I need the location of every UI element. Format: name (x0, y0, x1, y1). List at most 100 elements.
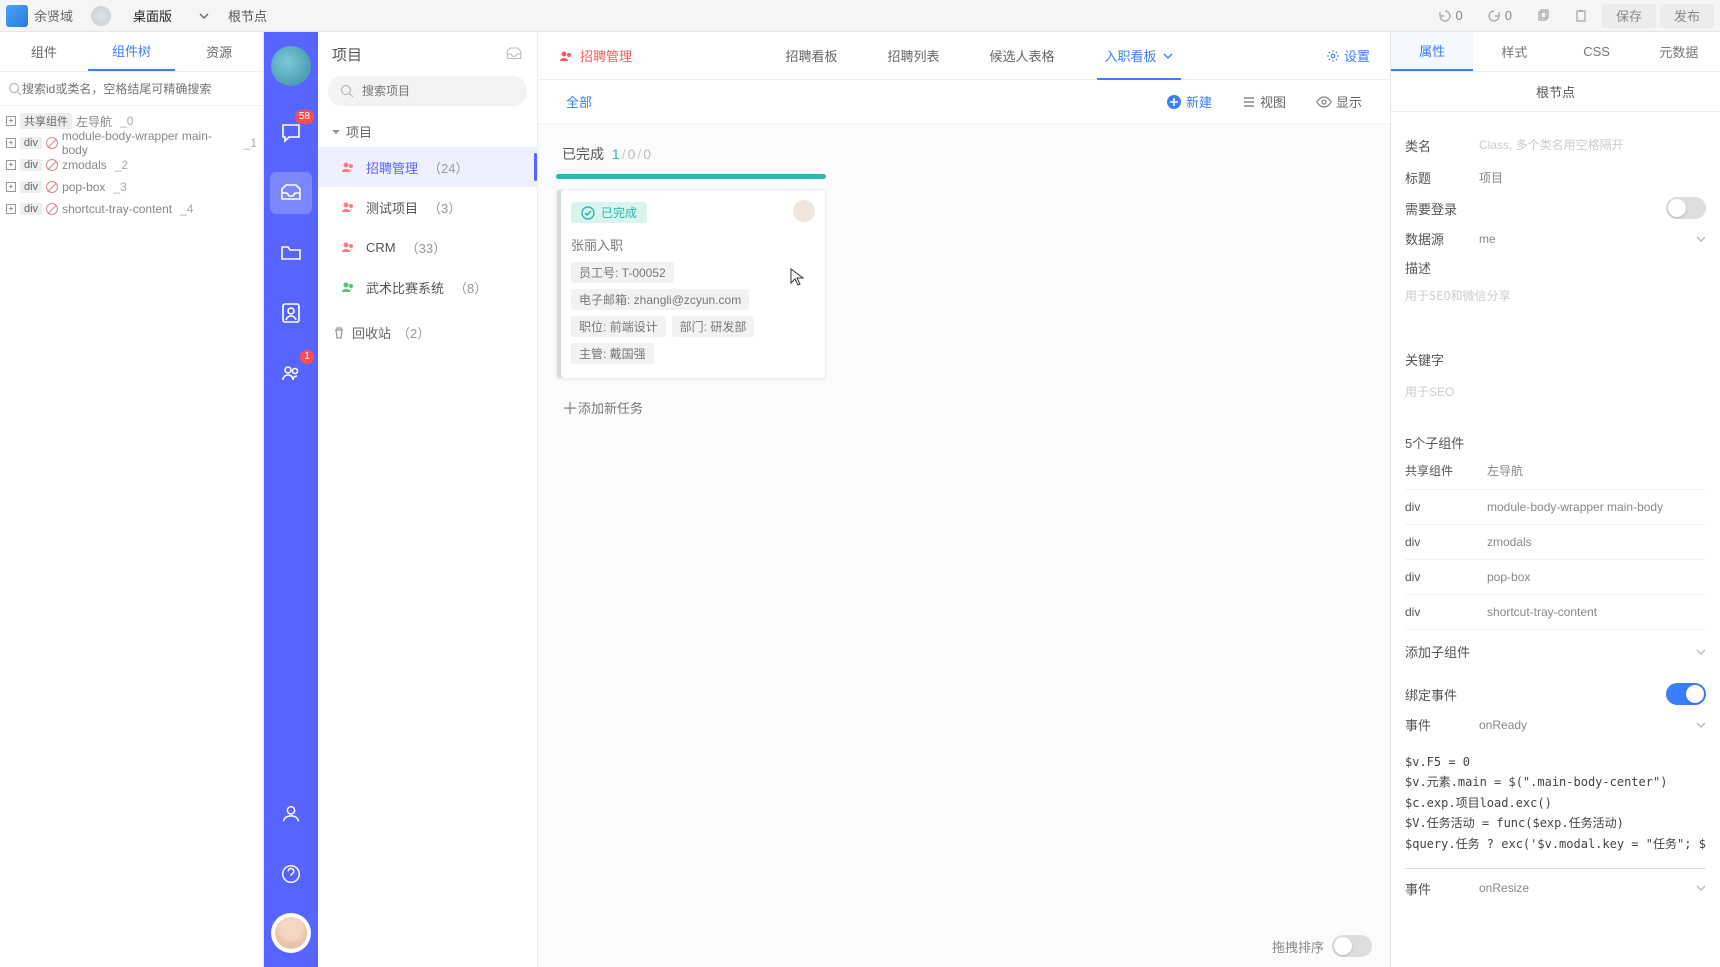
column-header: 已完成 1/0/0 (556, 140, 826, 174)
recycle-section[interactable]: 回收站 （2） (318, 317, 537, 348)
event-code[interactable]: $v.F5 = 0 $v.元素.main = $(".main-body-cen… (1405, 744, 1706, 869)
chevron-down-icon (198, 10, 210, 22)
comp-row[interactable]: divzmodals (1405, 525, 1706, 560)
people-icon (340, 279, 356, 295)
user-avatar[interactable] (6, 5, 28, 27)
rail-contacts[interactable] (270, 292, 312, 334)
paste-button[interactable] (1564, 4, 1598, 28)
rail-help[interactable] (270, 853, 312, 895)
list-icon (1242, 95, 1256, 109)
title-value[interactable]: 项目 (1479, 169, 1706, 186)
card-chip: 主管: 戴国强 (571, 343, 654, 364)
assignee-avatar[interactable] (793, 200, 815, 222)
project-section[interactable]: 项目 (318, 116, 537, 147)
task-card[interactable]: 已完成 张丽入职 员工号: T-00052 电子邮箱: zhangli@zcyu… (556, 189, 826, 379)
tree-kind: div (20, 159, 42, 171)
label-class: 类名 (1405, 136, 1469, 155)
tab-recruit-list[interactable]: 招聘列表 (887, 32, 939, 79)
tree-row[interactable]: + div shortcut-tray-content _4 (0, 198, 263, 220)
save-button[interactable]: 保存 (1602, 4, 1656, 28)
chevron-down-icon[interactable] (1696, 720, 1706, 730)
undo-icon (1438, 9, 1452, 23)
class-input[interactable] (1479, 132, 1706, 158)
breadcrumb[interactable]: 根节点 (228, 6, 267, 25)
expand-icon[interactable]: + (6, 182, 16, 192)
tree-row[interactable]: + div zmodals _2 (0, 154, 263, 176)
add-task-button[interactable]: ＋添加新任务 (556, 389, 826, 425)
label-desc: 描述 (1405, 258, 1469, 277)
project-item-test[interactable]: 测试项目 （3） (318, 187, 537, 227)
mode-label: 桌面版 (133, 6, 172, 25)
rail-user[interactable] (270, 793, 312, 835)
tab-candidate-table[interactable]: 候选人表格 (990, 32, 1055, 79)
chevron-down-icon[interactable] (1696, 883, 1706, 893)
filter-all[interactable]: 全部 (566, 92, 592, 111)
project-count: （8） (454, 278, 487, 297)
rail-avatar[interactable] (271, 913, 311, 953)
view-button[interactable]: 视图 (1242, 92, 1286, 111)
tab-onboard-board[interactable]: 入职看板 (1105, 32, 1173, 79)
event2-value[interactable]: onResize (1479, 881, 1686, 895)
desc-input[interactable] (1405, 287, 1706, 331)
datasource-value[interactable]: me (1479, 232, 1686, 246)
projcol-title: 项目 (332, 44, 362, 65)
hidden-icon (46, 181, 58, 193)
tab-recruit-board[interactable]: 招聘看板 (785, 32, 837, 79)
rtab-style[interactable]: 样式 (1473, 32, 1555, 71)
hidden-icon (46, 203, 58, 215)
redo-button[interactable]: 0 (1477, 4, 1522, 28)
project-count: （3） (428, 198, 461, 217)
comp-row[interactable]: divmodule-body-wrapper main-body (1405, 490, 1706, 525)
publish-button[interactable]: 发布 (1660, 4, 1714, 28)
left-tab-tree[interactable]: 组件树 (88, 32, 176, 71)
project-search-input[interactable] (362, 84, 517, 98)
left-tab-components[interactable]: 组件 (0, 32, 88, 71)
expand-icon[interactable]: + (6, 204, 16, 214)
copy-button[interactable] (1526, 4, 1560, 28)
comp-row[interactable]: 共享组件 左导航 (1405, 452, 1706, 490)
chat-badge: 58 (295, 110, 314, 124)
project-item-recruit[interactable]: 招聘管理 （24） (318, 147, 537, 187)
bind-event-toggle[interactable] (1666, 683, 1706, 705)
add-subcomponent[interactable]: 添加子组件 (1405, 630, 1706, 673)
chevron-down-icon[interactable] (1696, 234, 1706, 244)
label-login: 需要登录 (1405, 199, 1656, 218)
tree-row[interactable]: + div module-body-wrapper main-body _1 (0, 132, 263, 154)
tree-row[interactable]: + div pop-box _3 (0, 176, 263, 198)
expand-icon[interactable]: + (6, 116, 16, 126)
rail-chat[interactable]: 58 (270, 112, 312, 154)
rail-folder[interactable] (270, 232, 312, 274)
inbox-icon (279, 181, 303, 205)
left-tab-assets[interactable]: 资源 (175, 32, 263, 71)
drag-sort-toggle[interactable] (1332, 935, 1372, 957)
app-logo-icon[interactable] (271, 46, 311, 86)
login-toggle[interactable] (1666, 197, 1706, 219)
rail-inbox[interactable] (270, 172, 312, 214)
rtab-css[interactable]: CSS (1556, 32, 1638, 71)
comp-row[interactable]: divshortcut-tray-content (1405, 595, 1706, 630)
new-button[interactable]: 新建 (1166, 92, 1212, 111)
rail-people[interactable]: 1 (270, 352, 312, 394)
show-button[interactable]: 显示 (1316, 92, 1362, 111)
label-title: 标题 (1405, 168, 1469, 187)
expand-icon[interactable]: + (6, 160, 16, 170)
inbox-outline-icon[interactable] (505, 45, 523, 63)
undo-button[interactable]: 0 (1428, 4, 1473, 28)
settings-button[interactable]: 设置 (1326, 46, 1370, 65)
card-chip: 员工号: T-00052 (571, 262, 674, 283)
rtab-attr[interactable]: 属性 (1391, 32, 1473, 71)
keywords-input[interactable] (1405, 379, 1706, 405)
expand-icon[interactable]: + (6, 138, 16, 148)
event1-value[interactable]: onReady (1479, 718, 1686, 732)
sub-components-heading: 5个子组件 (1405, 433, 1706, 452)
eye-icon (1316, 94, 1332, 110)
comp-row[interactable]: divpop-box (1405, 560, 1706, 595)
mode-select[interactable]: 桌面版 (133, 6, 210, 25)
project-item-crm[interactable]: CRM （33） (318, 227, 537, 267)
project-item-wushu[interactable]: 武术比赛系统 （8） (318, 267, 537, 307)
tree-search-input[interactable] (22, 82, 255, 96)
project-search[interactable] (328, 76, 527, 106)
tree-index: _2 (115, 158, 128, 172)
tree-index: _1 (244, 136, 257, 150)
rtab-meta[interactable]: 元数据 (1638, 32, 1720, 71)
